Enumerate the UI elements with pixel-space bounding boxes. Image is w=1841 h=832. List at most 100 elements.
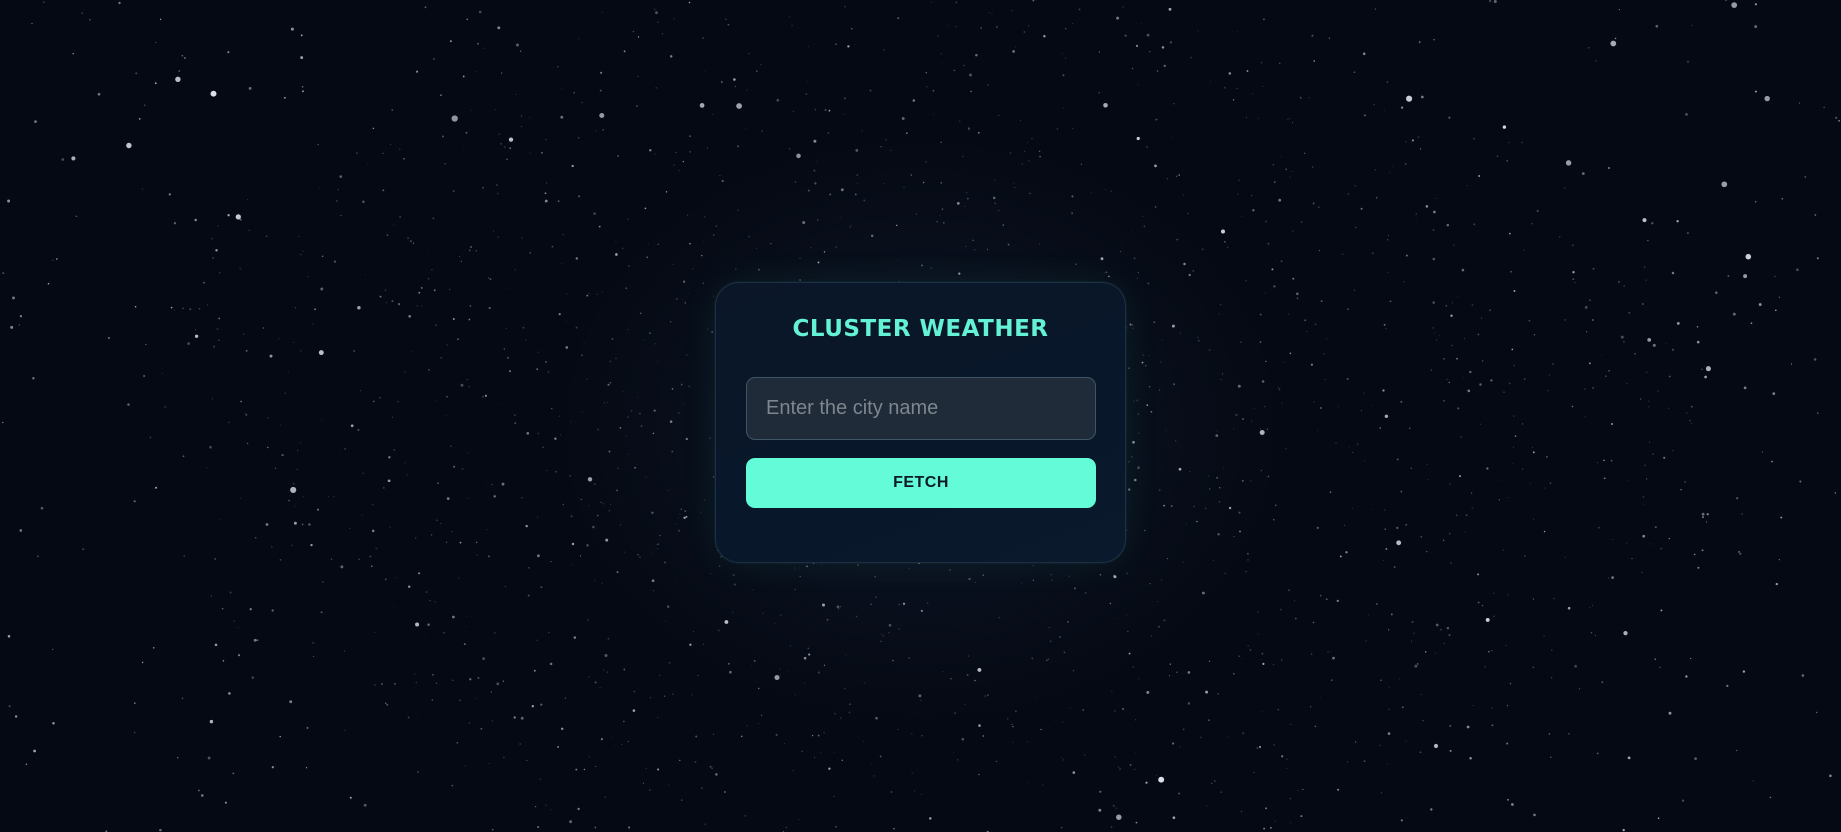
star	[843, 97, 846, 100]
star	[794, 588, 797, 591]
star	[1645, 279, 1647, 281]
star	[1690, 405, 1693, 408]
star	[1160, 579, 1163, 581]
star	[1672, 449, 1674, 452]
star	[622, 247, 624, 249]
star	[521, 497, 523, 499]
star	[1396, 458, 1399, 461]
star	[279, 735, 281, 738]
star	[144, 104, 146, 106]
star	[562, 503, 564, 506]
star	[1109, 602, 1112, 605]
star	[920, 609, 924, 613]
star	[1371, 405, 1373, 407]
star	[560, 727, 564, 731]
star	[1156, 70, 1159, 72]
star	[701, 254, 703, 257]
star	[609, 381, 612, 384]
star	[668, 661, 671, 664]
star	[1523, 249, 1525, 251]
star	[616, 571, 619, 574]
star	[428, 253, 430, 255]
star	[573, 91, 575, 94]
star	[1353, 289, 1356, 292]
star	[540, 586, 543, 589]
star	[1208, 719, 1210, 722]
star	[1160, 361, 1162, 363]
star	[1122, 708, 1124, 710]
star	[869, 89, 872, 92]
star	[1506, 742, 1509, 745]
star	[848, 711, 851, 714]
star	[1296, 297, 1299, 300]
star	[663, 695, 666, 697]
star	[702, 241, 704, 243]
star	[1790, 363, 1793, 365]
star	[621, 743, 623, 745]
star	[851, 28, 853, 30]
star	[431, 269, 433, 271]
star	[1287, 313, 1290, 315]
star	[1396, 526, 1399, 529]
star	[1643, 266, 1646, 268]
star	[1148, 355, 1150, 357]
star	[519, 743, 521, 745]
star	[680, 508, 683, 510]
star	[1247, 644, 1249, 647]
star	[1513, 446, 1514, 448]
star	[1603, 477, 1606, 480]
star	[1706, 513, 1709, 516]
star	[1311, 34, 1314, 37]
star	[1090, 191, 1092, 193]
star	[1062, 758, 1065, 761]
star	[1281, 402, 1283, 404]
star	[477, 676, 480, 679]
star	[265, 523, 269, 526]
star	[430, 534, 433, 536]
star	[433, 58, 435, 60]
star	[1550, 677, 1553, 679]
star	[969, 73, 972, 77]
star	[359, 390, 362, 392]
star	[412, 242, 414, 244]
star	[634, 467, 636, 469]
star	[1122, 6, 1125, 8]
star	[1609, 440, 1611, 442]
star	[633, 690, 636, 693]
city-search-input[interactable]	[746, 377, 1096, 440]
star	[484, 394, 487, 397]
star	[393, 224, 394, 226]
bright-star	[1610, 40, 1617, 47]
star	[691, 267, 694, 270]
star	[410, 240, 412, 243]
star	[1386, 81, 1389, 83]
star	[840, 188, 844, 192]
star	[2, 421, 4, 424]
star	[1628, 479, 1630, 481]
star	[1481, 360, 1484, 362]
star	[1226, 736, 1229, 738]
star	[371, 503, 374, 506]
star	[758, 687, 760, 690]
star	[1343, 524, 1346, 527]
star	[383, 487, 385, 489]
star	[573, 636, 577, 639]
star	[1626, 542, 1628, 544]
star	[702, 643, 705, 646]
star	[1176, 238, 1179, 241]
star	[827, 132, 830, 134]
star	[536, 639, 538, 642]
star	[1665, 343, 1667, 345]
star	[1149, 50, 1151, 53]
star	[314, 308, 317, 311]
star	[600, 738, 603, 741]
star	[284, 392, 286, 394]
fetch-button[interactable]: FETCH	[746, 458, 1096, 508]
star	[975, 53, 978, 57]
star	[1659, 666, 1661, 669]
star	[560, 115, 564, 119]
star	[762, 612, 764, 614]
star	[655, 11, 658, 15]
star	[1134, 768, 1136, 771]
star	[1420, 693, 1422, 696]
